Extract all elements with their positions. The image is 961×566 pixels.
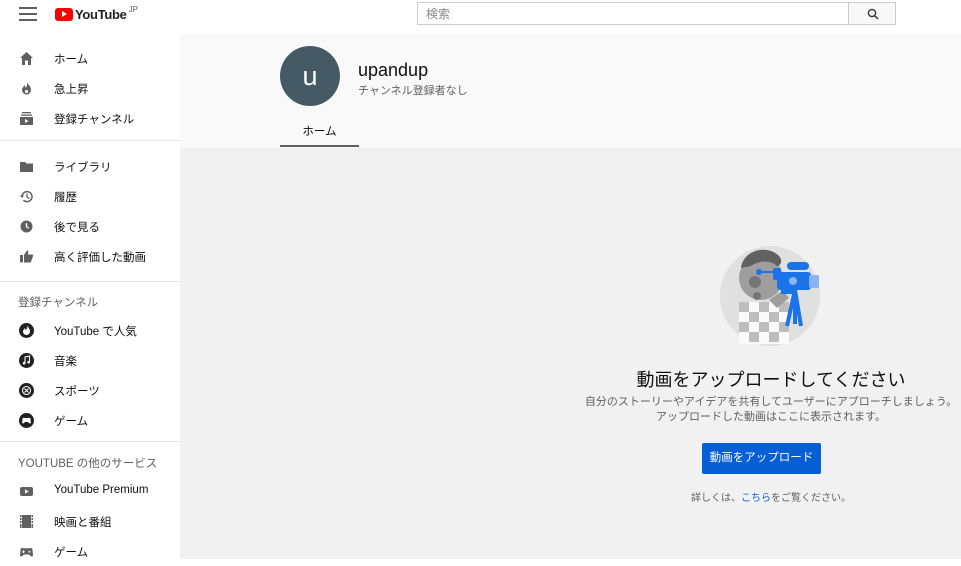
sidebar-divider bbox=[0, 441, 180, 442]
sidebar-item-label: 映画と番組 bbox=[54, 517, 112, 529]
subscriptions-icon bbox=[20, 112, 33, 125]
sidebar-item-history[interactable]: 履歴 bbox=[0, 181, 180, 211]
sidebar-section-title: 登録チャンネル bbox=[18, 297, 99, 309]
sidebar-item-label: 音楽 bbox=[54, 356, 77, 368]
liked-videos-icon bbox=[20, 250, 34, 263]
sidebar-item-label: ゲーム bbox=[54, 416, 89, 428]
main-content: u upandup チャンネル登録者なし ホーム 動画をアップロードしてください… bbox=[180, 34, 961, 559]
library-icon bbox=[20, 162, 33, 172]
sidebar-item-label: ゲーム bbox=[54, 547, 89, 559]
learn-more-suffix: をご覧ください。 bbox=[771, 493, 851, 504]
history-icon bbox=[19, 190, 33, 203]
sidebar-item-label: 高く評価した動画 bbox=[54, 252, 146, 264]
sidebar-item-label: 急上昇 bbox=[54, 84, 89, 96]
sidebar-item-youtube-premium[interactable]: YouTube Premium bbox=[0, 476, 180, 506]
music-icon bbox=[19, 353, 34, 368]
subscriber-count: チャンネル登録者なし bbox=[358, 85, 468, 97]
learn-more-link[interactable]: こちら bbox=[741, 493, 771, 504]
description-line: アップロードした動画はここに表示されます。 bbox=[656, 411, 886, 423]
sidebar-item-gaming[interactable]: ゲーム bbox=[0, 405, 180, 435]
hamburger-menu-icon[interactable] bbox=[19, 7, 37, 21]
learn-more-prefix: 詳しくは、 bbox=[691, 493, 741, 504]
youtube-premium-icon bbox=[20, 487, 33, 496]
sidebar-item-label: ホーム bbox=[54, 54, 89, 66]
watch-later-icon bbox=[20, 220, 33, 233]
search-input[interactable] bbox=[418, 3, 849, 24]
logo-region: JP bbox=[128, 4, 138, 14]
learn-more-text: 詳しくは、こちらをご覧ください。 bbox=[571, 489, 961, 504]
search-box bbox=[417, 2, 849, 25]
search-icon bbox=[867, 8, 879, 20]
creator-illustration bbox=[720, 246, 820, 346]
sports-icon bbox=[19, 383, 34, 398]
tab-home[interactable]: ホーム bbox=[280, 117, 359, 147]
channel-name: upandup bbox=[358, 60, 429, 80]
search-button[interactable] bbox=[848, 2, 896, 25]
sidebar-section-title: YOUTUBE の他のサービス bbox=[18, 458, 158, 470]
sidebar-item-liked-videos[interactable]: 高く評価した動画 bbox=[0, 241, 180, 271]
sidebar-item-library[interactable]: ライブラリ bbox=[0, 151, 180, 181]
sidebar-item-youtube-popular[interactable]: YouTube で人気 bbox=[0, 315, 180, 345]
description-line: 自分のストーリーやアイデアを共有してユーザーにアプローチしましょう。 bbox=[584, 396, 958, 408]
empty-state-description: 自分のストーリーやアイデアを共有してユーザーにアプローチしましょう。 アップロー… bbox=[571, 395, 961, 425]
movies-icon bbox=[20, 515, 33, 528]
sidebar-item-movies[interactable]: 映画と番組 bbox=[0, 506, 180, 536]
sidebar-item-label: 後で見る bbox=[54, 222, 100, 234]
gaming-icon bbox=[20, 547, 33, 557]
gaming-icon bbox=[19, 413, 34, 428]
sidebar-divider bbox=[0, 140, 180, 141]
sidebar: ホーム 急上昇 登録チャンネル ライブラリ 履歴 後で見る 高く評価した動画 登… bbox=[0, 34, 180, 559]
popular-icon bbox=[19, 323, 34, 338]
logo-text: YouTube bbox=[75, 6, 127, 22]
sidebar-item-label: スポーツ bbox=[54, 386, 100, 398]
sidebar-item-home[interactable]: ホーム bbox=[0, 43, 180, 73]
sidebar-item-trending[interactable]: 急上昇 bbox=[0, 73, 180, 103]
sidebar-item-gaming-service[interactable]: ゲーム bbox=[0, 536, 180, 566]
sidebar-item-sports[interactable]: スポーツ bbox=[0, 375, 180, 405]
sidebar-item-label: YouTube Premium bbox=[54, 484, 149, 496]
trending-icon bbox=[22, 82, 31, 95]
channel-header: u upandup チャンネル登録者なし ホーム bbox=[180, 34, 961, 148]
sidebar-item-label: 履歴 bbox=[54, 192, 77, 204]
youtube-play-icon bbox=[55, 7, 73, 21]
sidebar-item-music[interactable]: 音楽 bbox=[0, 345, 180, 375]
sidebar-item-label: 登録チャンネル bbox=[54, 114, 135, 126]
home-icon bbox=[20, 52, 33, 65]
top-bar: YouTube JP bbox=[0, 0, 961, 34]
sidebar-divider bbox=[0, 281, 180, 282]
upload-video-button[interactable]: 動画をアップロード bbox=[702, 443, 821, 474]
sidebar-item-label: YouTube で人気 bbox=[54, 326, 137, 338]
avatar-letter: u bbox=[302, 60, 318, 91]
sidebar-item-watch-later[interactable]: 後で見る bbox=[0, 211, 180, 241]
empty-state-title: 動画をアップロードしてください bbox=[636, 370, 906, 390]
sidebar-item-subscriptions[interactable]: 登録チャンネル bbox=[0, 103, 180, 133]
sidebar-item-label: ライブラリ bbox=[54, 162, 112, 174]
avatar[interactable]: u bbox=[280, 46, 340, 106]
youtube-logo[interactable]: YouTube JP bbox=[55, 4, 138, 24]
